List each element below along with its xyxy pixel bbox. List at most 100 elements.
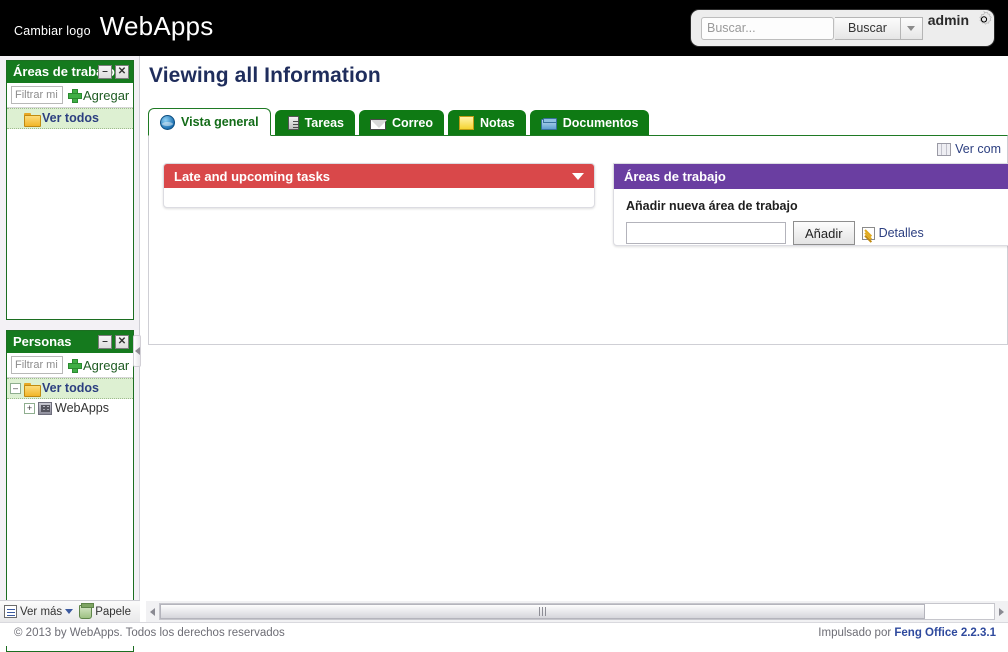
gear-icon[interactable] [974,10,994,30]
document-icon [540,117,557,130]
view-more-button[interactable]: Ver más [4,605,74,618]
tree-item-label: Ver todos [42,381,99,395]
trash-button[interactable]: Papele [79,602,131,619]
change-logo-link[interactable]: Cambiar logo [14,24,91,38]
grip-icon [538,607,547,616]
page-title: Viewing all Information [149,64,381,87]
scroll-left-button[interactable] [146,602,159,621]
details-label: Detalles [878,226,924,240]
trash-label: Papele [95,605,131,618]
plus-icon [68,89,82,103]
panel-header-buttons: – ✕ [98,335,129,349]
workspace-details-link[interactable]: Detalles [861,226,924,240]
expand-expander-icon[interactable]: + [24,403,35,414]
view-more-label: Ver más [20,605,63,618]
widget-title: Late and upcoming tasks [174,168,331,184]
search-options-dropdown[interactable] [900,16,923,40]
note-icon [458,116,474,130]
folder-icon [24,112,41,127]
panel-minimize-button[interactable]: – [98,65,112,79]
scrollbar-thumb[interactable] [160,604,925,619]
chevron-left-icon [134,347,140,355]
panel-header-buttons: – ✕ [98,65,129,79]
copyright-text: © 2013 by WebApps. Todos los derechos re… [14,627,285,639]
folder-icon [24,382,41,397]
tab-label: Notas [479,116,515,130]
user-name: admin [927,12,969,28]
tree-item-label: Ver todos [42,111,99,125]
chevron-down-icon [907,25,916,31]
widget-body: Añadir nueva área de trabajo Añadir Deta… [614,189,1008,245]
arrow-left-icon [150,607,155,616]
logo-area: Cambiar logo WebApps [14,11,213,42]
add-workspace-label: Añadir nueva área de trabajo [626,199,798,213]
widget-body [164,188,594,207]
new-workspace-input[interactable] [626,222,786,244]
columns-icon [937,142,952,156]
panel-close-button[interactable]: ✕ [115,335,129,349]
tab-bar: Vista general Tareas Correo Notas Docume… [148,108,650,136]
sidebar-item-view-all-people[interactable]: – Ver todos [7,378,133,399]
app-title: WebApps [99,11,214,41]
scroll-right-button[interactable] [995,602,1008,621]
powered-prefix: Impulsado por [818,627,895,639]
powered-by-text: Impulsado por Feng Office 2.2.3.1 [818,627,996,639]
tab-notas[interactable]: Notas [447,110,526,136]
view-columns-label: Ver com [955,142,1001,156]
widget-late-upcoming-tasks: Late and upcoming tasks [163,163,595,208]
tab-documentos[interactable]: Documentos [529,110,650,136]
add-workspace-button[interactable]: Agregar [68,88,129,103]
add-person-button[interactable]: Agregar [68,358,129,373]
tab-tareas[interactable]: Tareas [274,110,355,136]
panel-toolbar: Agregar [7,353,133,378]
sidebar-collapse-handle[interactable] [133,335,141,367]
sidebar-panel-workspaces: Áreas de trabajo – ✕ Agregar Ver todos [6,60,134,320]
arrow-right-icon [999,607,1004,616]
view-columns-button[interactable]: Ver com [937,142,1001,156]
search-input[interactable] [701,16,834,40]
panel-header: Personas – ✕ [7,331,133,353]
tab-label: Vista general [181,115,259,129]
search-button[interactable]: Buscar [835,16,901,40]
mail-icon [369,118,387,130]
panel-toolbar: Agregar [7,83,133,108]
filter-input[interactable] [11,356,63,374]
add-workspace-row: Añadir Detalles [626,221,1002,245]
globe-icon [160,114,175,130]
panel-minimize-button[interactable]: – [98,335,112,349]
sidebar-item-view-all-workspaces[interactable]: Ver todos [7,108,133,129]
plus-icon [68,359,82,373]
scrollbar-track[interactable] [159,603,995,620]
caret-down-icon[interactable] [572,173,584,180]
panel-title: Personas [13,334,72,349]
collapse-expander-icon[interactable]: – [10,383,21,394]
trash-icon [79,602,95,619]
widget-workspaces: Áreas de trabajo Añadir nueva área de tr… [613,163,1008,246]
chevron-down-icon [65,609,74,614]
horizontal-scrollbar[interactable] [146,601,1008,622]
tab-correo[interactable]: Correo [358,110,444,136]
widget-title: Áreas de trabajo [624,169,726,184]
tab-label: Tareas [304,116,344,130]
panel-close-button[interactable]: ✕ [115,65,129,79]
user-menu[interactable]: admin [928,10,994,30]
tab-label: Correo [391,116,433,130]
tree-item-label: WebApps [55,401,109,415]
panel-header: Áreas de trabajo – ✕ [7,61,133,83]
tab-vista-general[interactable]: Vista general [148,108,271,136]
building-icon [38,402,52,415]
task-icon [287,116,299,130]
page-footer: © 2013 by WebApps. Todos los derechos re… [0,622,1008,646]
filter-input[interactable] [11,86,63,104]
pencil-icon [861,226,875,240]
sidebar: Áreas de trabajo – ✕ Agregar Ver todos P… [0,56,140,652]
add-workspace-submit-button[interactable]: Añadir [793,221,855,245]
add-label: Agregar [83,357,130,373]
list-icon [4,605,17,618]
add-label: Agregar [83,87,130,103]
main-content: Viewing all Information Vista general Ta… [141,56,1008,622]
powered-brand[interactable]: Feng Office 2.2.3.1 [894,627,996,639]
widget-header: Late and upcoming tasks [164,164,594,188]
sidebar-item-webapps[interactable]: + WebApps [7,399,133,418]
top-bar: Cambiar logo WebApps Buscar admin [0,0,1008,56]
